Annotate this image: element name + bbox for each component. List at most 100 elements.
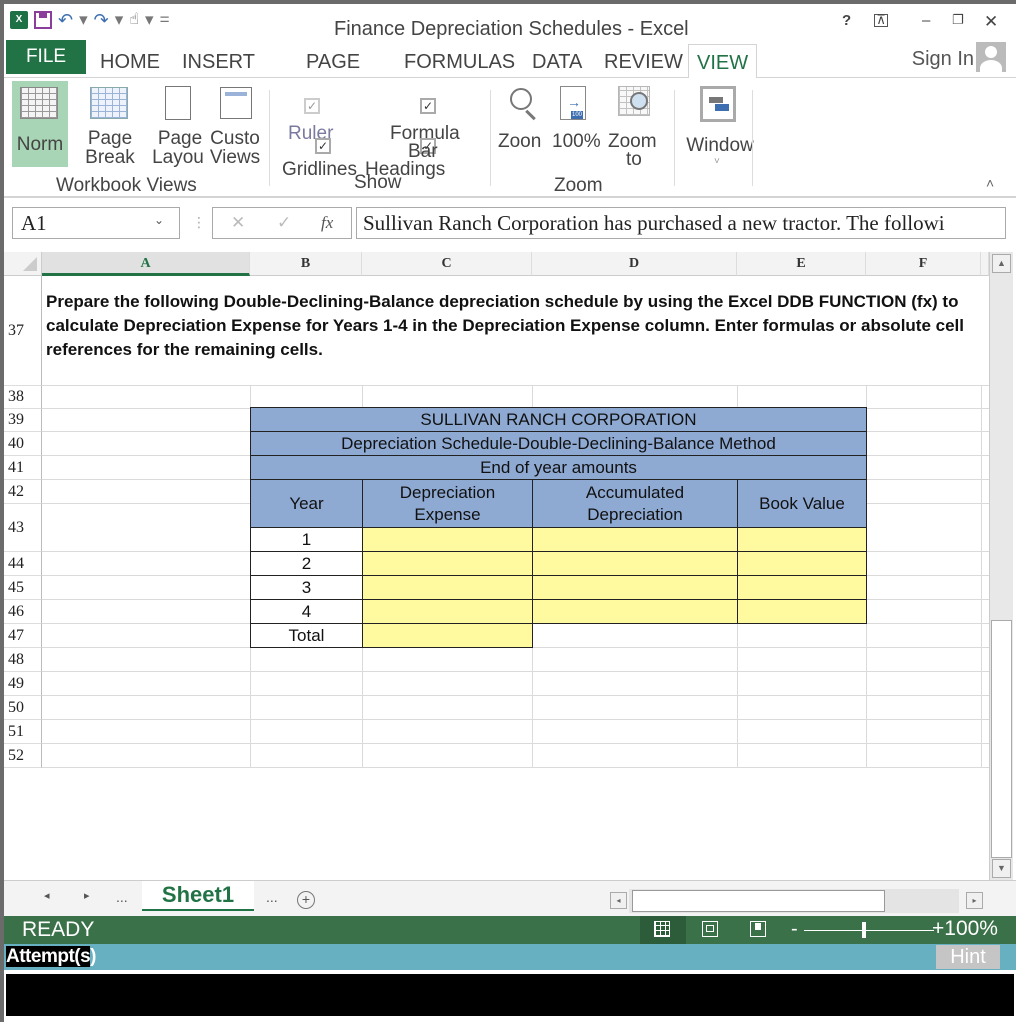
- book-value-cell[interactable]: [737, 575, 867, 600]
- total-depreciation-expense-cell[interactable]: [362, 623, 533, 648]
- page-layout-button[interactable]: Page Layou: [150, 81, 206, 167]
- book-value-cell[interactable]: [737, 599, 867, 624]
- ribbon-display-options-icon[interactable]: ⊼: [874, 13, 888, 27]
- tab-insert[interactable]: INSERT: [182, 44, 255, 78]
- schedule-note[interactable]: End of year amounts: [250, 455, 867, 480]
- row-header-38[interactable]: 38: [4, 386, 42, 409]
- restore-icon[interactable]: ❐: [952, 12, 964, 28]
- zoom-slider-track[interactable]: [804, 930, 934, 931]
- row-header-45[interactable]: 45: [4, 576, 42, 600]
- customize-qat-icon[interactable]: =: [160, 10, 170, 30]
- header-book-value[interactable]: Book Value: [737, 479, 867, 528]
- page-layout-status-icon[interactable]: [702, 921, 718, 937]
- column-header-D[interactable]: D: [532, 252, 737, 276]
- vertical-scrollbar[interactable]: ▲ ▼: [989, 252, 1013, 880]
- tab-formulas[interactable]: FORMULAS: [404, 44, 515, 78]
- zoom-100-button[interactable]: → 100 100%: [550, 82, 606, 168]
- select-all-button[interactable]: [4, 252, 42, 276]
- tab-page-layout[interactable]: PAGE: [306, 44, 360, 78]
- book-value-cell[interactable]: [737, 551, 867, 576]
- insert-function-icon[interactable]: fx: [321, 213, 333, 233]
- row-header-43[interactable]: 43: [4, 504, 42, 552]
- row-header-42[interactable]: 42: [4, 480, 42, 504]
- save-icon[interactable]: [34, 11, 52, 29]
- normal-view-button[interactable]: Norm: [12, 81, 68, 167]
- redo-icon[interactable]: ↷: [94, 10, 109, 30]
- window-button[interactable]: Window ˅: [678, 82, 762, 168]
- depreciation-expense-cell[interactable]: [362, 599, 533, 624]
- sign-in-link[interactable]: Sign In: [912, 48, 974, 71]
- sheet-ellipsis-left[interactable]: ...: [116, 889, 128, 905]
- depreciation-expense-cell[interactable]: [362, 551, 533, 576]
- accumulated-depreciation-cell[interactable]: [532, 575, 738, 600]
- name-box-dropdown-icon[interactable]: ⌄: [154, 213, 164, 227]
- collapse-ribbon-icon[interactable]: ˄: [986, 174, 994, 193]
- column-header-E[interactable]: E: [737, 252, 866, 276]
- accumulated-depreciation-cell[interactable]: [532, 599, 738, 624]
- schedule-subtitle[interactable]: Depreciation Schedule-Double-Declining-B…: [250, 431, 867, 456]
- zoom-button[interactable]: Zoon: [498, 82, 548, 168]
- accumulated-depreciation-cell[interactable]: [532, 551, 738, 576]
- custom-views-button[interactable]: Custo Views: [206, 81, 264, 167]
- row-header-48[interactable]: 48: [4, 648, 42, 672]
- row-header-46[interactable]: 46: [4, 600, 42, 624]
- zoom-level[interactable]: +100%: [932, 917, 998, 941]
- sheet-tab-sheet1[interactable]: Sheet1: [142, 881, 254, 911]
- hint-button[interactable]: Hint: [936, 945, 1000, 969]
- undo-dropdown-icon[interactable]: ▾: [79, 10, 88, 30]
- add-sheet-button[interactable]: +: [297, 891, 315, 909]
- year-cell[interactable]: 2: [250, 551, 363, 576]
- scroll-left-button[interactable]: ◂: [610, 892, 627, 909]
- gridlines-checkbox[interactable]: ✓: [315, 138, 331, 154]
- row-header-50[interactable]: 50: [4, 696, 42, 720]
- row-header-47[interactable]: 47: [4, 624, 42, 648]
- zoom-to-selection-button[interactable]: Zoom to: [604, 82, 668, 169]
- year-cell[interactable]: 1: [250, 527, 363, 552]
- header-year[interactable]: Year: [250, 479, 363, 528]
- normal-view-status-button[interactable]: [640, 916, 686, 944]
- close-icon[interactable]: ✕: [984, 12, 998, 32]
- row-header-40[interactable]: 40: [4, 432, 42, 456]
- page-break-status-icon[interactable]: [750, 921, 766, 937]
- touch-dropdown-icon[interactable]: ▾: [145, 10, 154, 30]
- scroll-up-button[interactable]: ▲: [992, 254, 1011, 273]
- zoom-slider-knob[interactable]: [862, 922, 866, 938]
- row-header-44[interactable]: 44: [4, 552, 42, 576]
- redo-dropdown-icon[interactable]: ▾: [115, 10, 124, 30]
- ruler-checkbox[interactable]: ✓: [304, 98, 320, 114]
- scroll-right-button[interactable]: ▸: [966, 892, 983, 909]
- row-header-51[interactable]: 51: [4, 720, 42, 744]
- row-header-37[interactable]: 37: [4, 276, 42, 386]
- depreciation-expense-cell[interactable]: [362, 575, 533, 600]
- total-label-cell[interactable]: Total: [250, 623, 363, 648]
- tab-home[interactable]: HOME: [100, 44, 160, 78]
- accumulated-depreciation-cell[interactable]: [532, 527, 738, 552]
- next-sheet-icon[interactable]: ▸: [84, 889, 90, 902]
- sheet-ellipsis-right[interactable]: ...: [266, 889, 278, 905]
- book-value-cell[interactable]: [737, 527, 867, 552]
- row-header-52[interactable]: 52: [4, 744, 42, 768]
- tab-review[interactable]: REVIEW: [604, 44, 683, 78]
- column-header-F[interactable]: F: [866, 252, 981, 276]
- prev-sheet-icon[interactable]: ◂: [44, 889, 50, 902]
- vertical-scroll-thumb[interactable]: [991, 620, 1012, 858]
- page-break-preview-button[interactable]: Page Break: [82, 81, 138, 167]
- avatar-icon[interactable]: [976, 42, 1006, 72]
- row-header-41[interactable]: 41: [4, 456, 42, 480]
- confirm-entry-icon[interactable]: ✓: [277, 213, 291, 233]
- undo-icon[interactable]: ↶: [58, 10, 73, 30]
- header-accumulated-depreciation[interactable]: Accumulated Depreciation: [532, 479, 738, 528]
- company-title[interactable]: SULLIVAN RANCH CORPORATION: [250, 407, 867, 432]
- tab-view[interactable]: VIEW: [688, 44, 758, 79]
- cancel-entry-icon[interactable]: ✕: [231, 213, 245, 233]
- tab-file[interactable]: FILE: [6, 40, 86, 74]
- row-header-39[interactable]: 39: [4, 409, 42, 432]
- formula-bar-grip[interactable]: ⋮: [192, 214, 206, 231]
- help-icon[interactable]: ?: [842, 12, 851, 29]
- tab-data[interactable]: DATA: [532, 44, 582, 78]
- touch-mode-icon[interactable]: ☝: [129, 10, 139, 30]
- column-header-B[interactable]: B: [250, 252, 362, 276]
- column-header-A[interactable]: A: [42, 252, 250, 276]
- formula-input[interactable]: Sullivan Ranch Corporation has purchased…: [356, 207, 1006, 239]
- year-cell[interactable]: 4: [250, 599, 363, 624]
